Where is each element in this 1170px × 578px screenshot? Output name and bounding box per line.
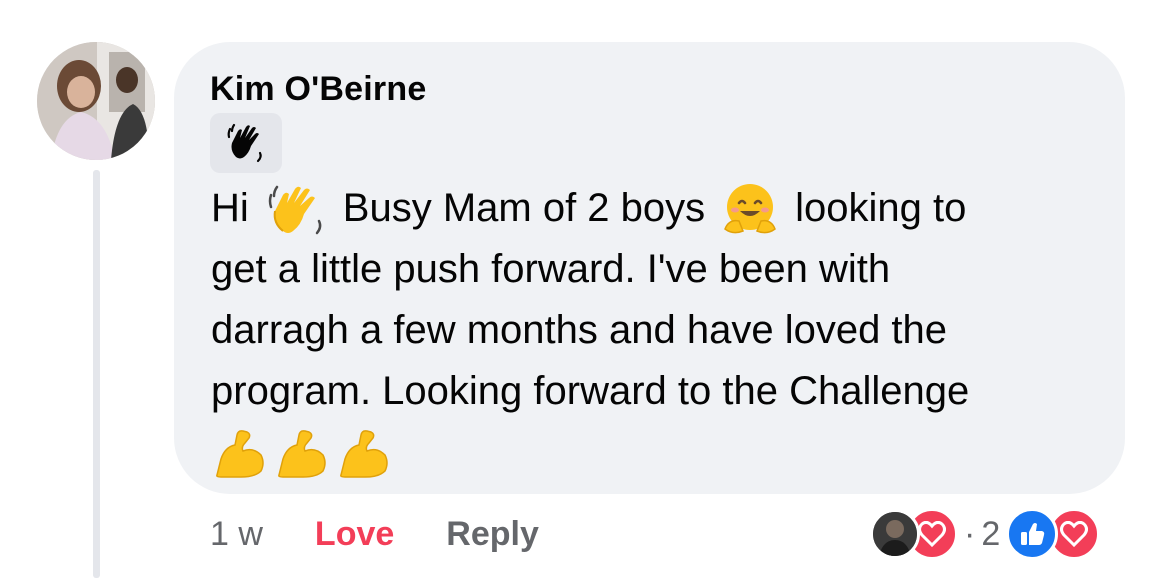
comment-emoji-line <box>211 422 1111 483</box>
hugging-face-emoji-icon <box>724 183 777 233</box>
heart-icon <box>918 521 946 547</box>
comment-line-1: Hi Busy Mam of 2 boys looking to <box>211 178 1111 239</box>
reactor-avatar[interactable] <box>870 509 920 559</box>
reactions-bar[interactable]: · 2 <box>870 507 1101 561</box>
comment-actions: 1 w Love Reply <box>210 508 539 560</box>
flexed-biceps-emoji-icon <box>216 429 264 478</box>
like-reaction-icon <box>1006 508 1059 560</box>
comment-line-2: get a little push forward. I've been wit… <box>211 247 891 291</box>
reaction-separator: · <box>964 514 976 553</box>
comment-text-part: Hi <box>211 186 249 230</box>
flexed-biceps-emoji-icon <box>340 429 388 478</box>
avatar-photo <box>37 42 155 160</box>
reaction-count[interactable]: 2 <box>981 515 1000 554</box>
comment-text-part: Busy Mam of 2 boys <box>342 186 706 230</box>
love-button[interactable]: Love <box>315 515 394 554</box>
comment-text-part: looking to <box>795 186 967 230</box>
thread-line <box>93 170 100 578</box>
author-avatar[interactable] <box>37 42 155 160</box>
flexed-biceps-emoji-icon <box>278 429 326 478</box>
comment-line-3: darragh a few months and have loved the <box>211 308 948 352</box>
waving-hand-badge[interactable] <box>210 113 282 173</box>
thumbs-up-icon <box>1021 523 1045 545</box>
reply-button[interactable]: Reply <box>446 515 539 554</box>
reactor-photo <box>873 512 917 556</box>
comment-author[interactable]: Kim O'Beirne <box>210 70 426 109</box>
waving-hand-icon <box>227 123 262 163</box>
waving-hand-emoji-icon <box>268 185 322 234</box>
comment-line-4: program. Looking forward to the Challeng… <box>211 369 970 413</box>
heart-icon <box>1060 521 1089 547</box>
comment-text: Hi Busy Mam of 2 boys looking to get a l… <box>211 178 1111 483</box>
comment-timestamp[interactable]: 1 w <box>210 515 263 554</box>
